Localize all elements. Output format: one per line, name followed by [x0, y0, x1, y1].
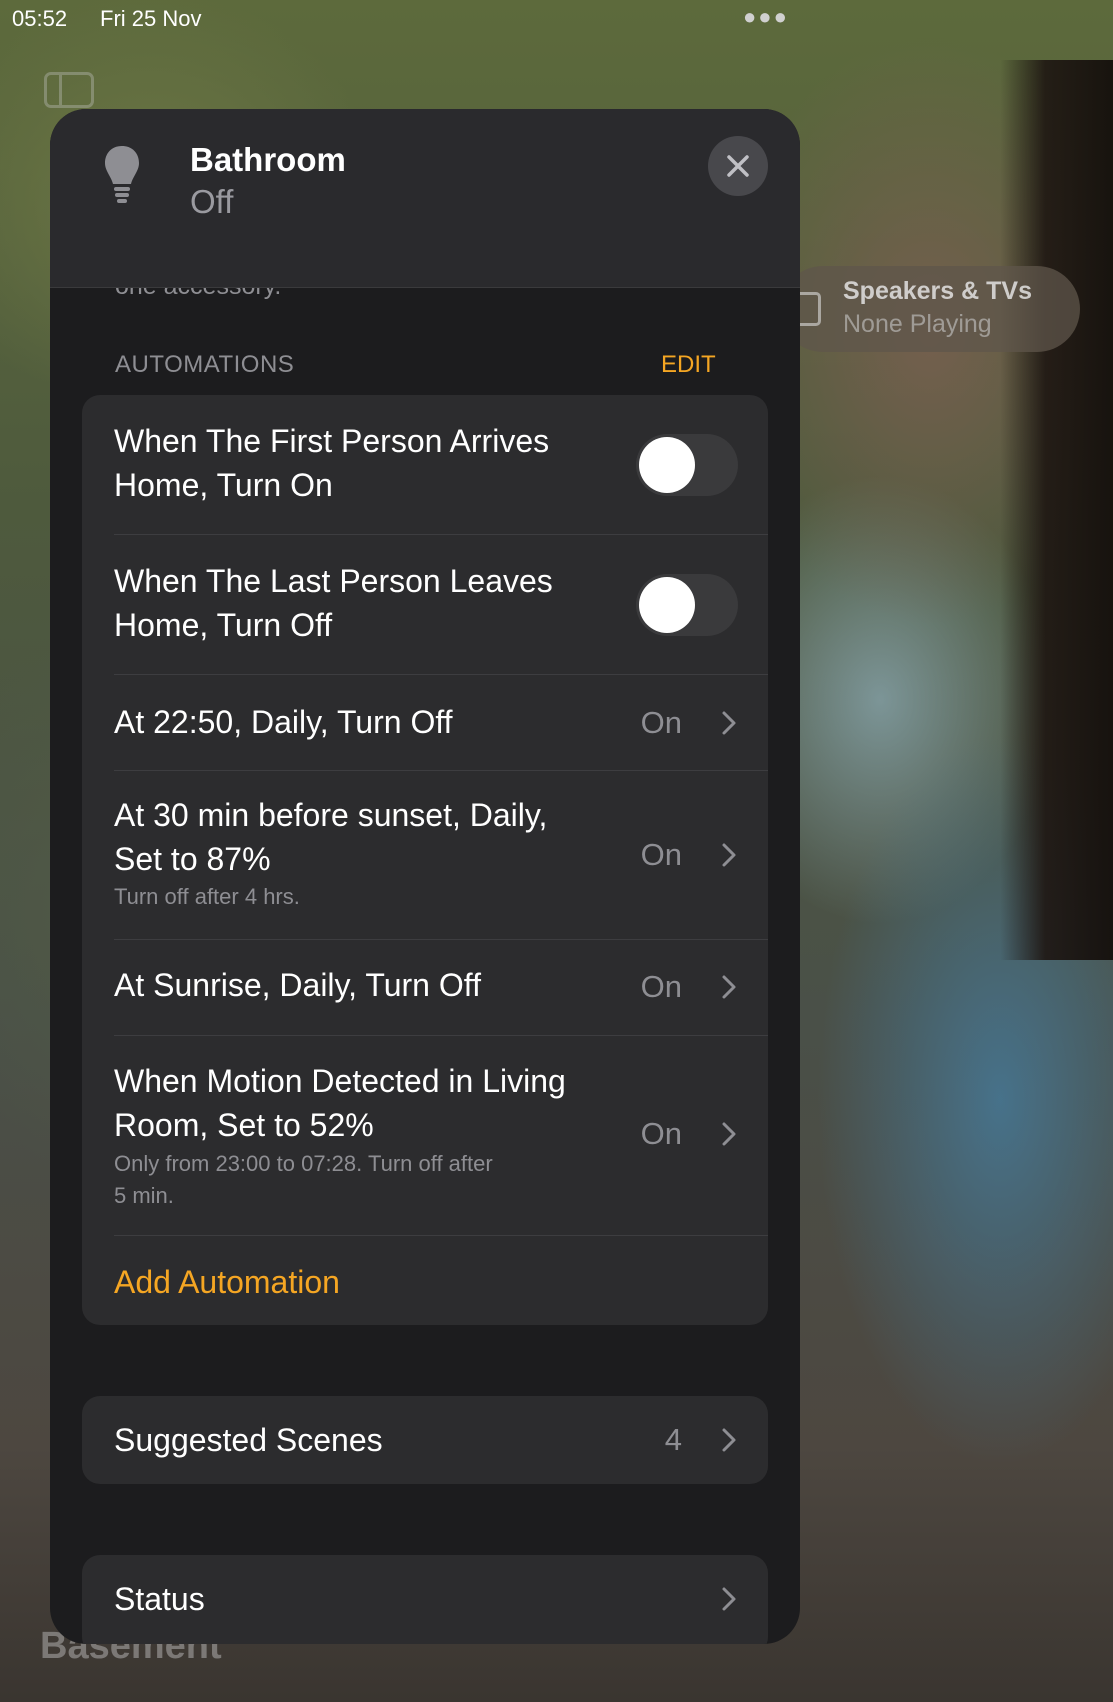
automation-title-line2: Home, Turn Off [114, 607, 333, 643]
automation-row-motion[interactable]: When Motion Detected in Living Room, Set… [82, 1036, 768, 1236]
add-automation-row[interactable]: Add Automation [82, 1236, 768, 1325]
accessory-state: Off [190, 183, 234, 220]
automation-row-leave[interactable]: When The Last Person Leaves Home, Turn O… [82, 535, 768, 675]
suggested-scenes-row[interactable]: Suggested Scenes 4 [82, 1396, 768, 1484]
speakers-tile-title: Speakers & TVs [843, 277, 1032, 305]
lightbulb-icon[interactable] [102, 144, 142, 206]
chevron-right-icon [722, 1428, 736, 1452]
accessory-name: Bathroom [190, 141, 346, 178]
status-label: Status [114, 1581, 205, 1617]
automation-subtitle-line1: Only from 23:00 to 07:28. Turn off after [114, 1151, 493, 1176]
chevron-right-icon [722, 711, 736, 735]
edit-automations-button[interactable]: EDIT [661, 351, 716, 379]
automations-list: When The First Person Arrives Home, Turn… [82, 395, 768, 1325]
automation-subtitle: Only from 23:00 to 07:28. Turn off after… [114, 1148, 493, 1212]
automations-section-title: AUTOMATIONS [115, 351, 295, 378]
chevron-right-icon [722, 1122, 736, 1146]
automation-status: On [640, 1116, 682, 1151]
automation-title: At 30 min before sunset, Daily, Set to 8… [114, 793, 547, 881]
add-automation-button[interactable]: Add Automation [114, 1264, 340, 1301]
suggested-scenes-count: 4 [664, 1422, 682, 1457]
automation-title-line1: When Motion Detected in Living [114, 1063, 566, 1099]
automation-toggle[interactable] [636, 574, 738, 636]
automation-subtitle-line2: 5 min. [114, 1183, 174, 1208]
automation-status: On [640, 969, 682, 1004]
automation-title: When Motion Detected in Living Room, Set… [114, 1059, 566, 1147]
chevron-right-icon [722, 843, 736, 867]
automation-title-line2: Home, Turn On [114, 467, 333, 503]
automation-toggle[interactable] [636, 434, 738, 496]
ellipsis-icon[interactable]: ●●● [743, 4, 789, 30]
automation-title: When The First Person Arrives Home, Turn… [114, 419, 549, 507]
sidebar-toggle-icon[interactable] [44, 72, 94, 108]
automation-row-2250[interactable]: At 22:50, Daily, Turn Off On [82, 675, 768, 771]
chevron-right-icon [722, 1587, 736, 1611]
automation-title: When The Last Person Leaves Home, Turn O… [114, 559, 553, 647]
automation-subtitle: Turn off after 4 hrs. [114, 884, 300, 909]
automation-status: On [640, 705, 682, 740]
accessory-detail-card: one accessory. AUTOMATIONS EDIT When The… [50, 109, 800, 1644]
speakers-tile-subtitle: None Playing [843, 310, 992, 338]
status-date: Fri 25 Nov [100, 6, 202, 31]
suggested-scenes-label: Suggested Scenes [114, 1422, 383, 1458]
chevron-right-icon [722, 975, 736, 999]
card-header: Bathroom Off [50, 109, 800, 288]
automation-title-line1: When The Last Person Leaves [114, 563, 553, 599]
automation-title-line2: Room, Set to 52% [114, 1107, 374, 1143]
background-photo-detail [1000, 60, 1113, 960]
automation-title-line1: When The First Person Arrives [114, 423, 550, 459]
status-row[interactable]: Status [82, 1555, 768, 1644]
automation-title-line2: Set to 87% [114, 841, 271, 877]
toggle-knob [639, 437, 695, 493]
toggle-knob [639, 577, 695, 633]
automation-title-line1: At 30 min before sunset, Daily, [114, 797, 548, 833]
status-time: 05:52 [12, 6, 68, 31]
automation-title: At Sunrise, Daily, Turn Off [114, 967, 481, 1003]
automation-row-sunset[interactable]: At 30 min before sunset, Daily, Set to 8… [82, 771, 768, 940]
automation-row-arrive[interactable]: When The First Person Arrives Home, Turn… [82, 395, 768, 535]
automation-status: On [640, 837, 682, 872]
close-icon [727, 155, 749, 177]
automation-row-sunrise[interactable]: At Sunrise, Daily, Turn Off On [82, 940, 768, 1036]
close-button[interactable] [708, 136, 768, 196]
automation-title: At 22:50, Daily, Turn Off [114, 704, 453, 740]
